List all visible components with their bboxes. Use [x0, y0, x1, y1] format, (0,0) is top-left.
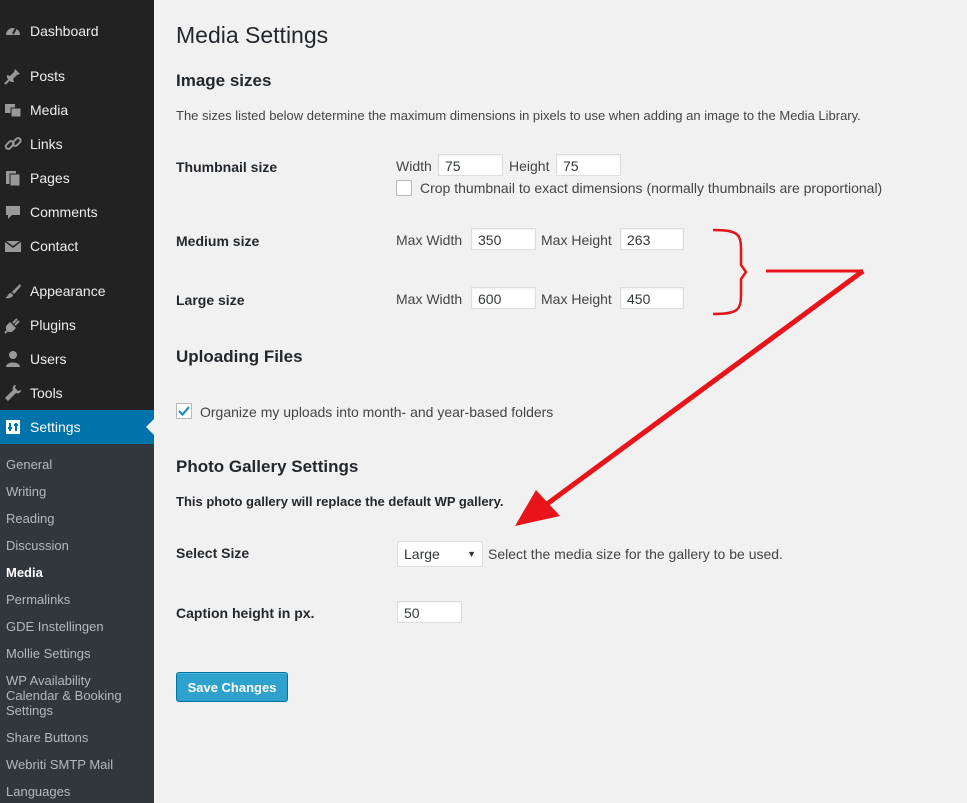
menu-item-users[interactable]: Users	[0, 342, 154, 376]
gallery-size-select[interactable]: Large ▼	[397, 541, 483, 567]
crop-thumbnail-checkbox[interactable]	[396, 180, 412, 196]
medium-width-input[interactable]: 350	[471, 228, 536, 250]
submenu-item-general[interactable]: General	[6, 457, 152, 472]
submenu-item-languages[interactable]: Languages	[6, 784, 152, 799]
menu-label: Comments	[30, 204, 98, 220]
menu-item-plugins[interactable]: Plugins	[0, 308, 154, 342]
user-icon	[4, 350, 22, 368]
submenu-item-share-buttons[interactable]: Share Buttons	[6, 730, 152, 745]
envelope-icon	[4, 237, 22, 255]
menu-item-tools[interactable]: Tools	[0, 376, 154, 410]
thumbnail-width-label: Width	[396, 158, 432, 174]
comment-icon	[4, 203, 22, 221]
menu-item-posts[interactable]: Posts	[0, 59, 154, 93]
menu-item-media[interactable]: Media	[0, 93, 154, 127]
thumbnail-width-input[interactable]: 75	[438, 154, 503, 176]
large-width-label: Max Width	[396, 291, 463, 307]
menu-label: Users	[30, 351, 67, 367]
menu-label: Plugins	[30, 317, 76, 333]
medium-height-input[interactable]: 263	[620, 228, 684, 250]
photo-gallery-heading: Photo Gallery Settings	[176, 457, 359, 476]
large-height-label: Max Height	[541, 291, 612, 307]
large-size-label: Large size	[176, 292, 245, 308]
settings-icon	[4, 418, 22, 436]
thumbnail-height-input[interactable]: 75	[556, 154, 621, 176]
plug-icon	[4, 316, 22, 334]
select-size-hint: Select the media size for the gallery to…	[488, 546, 783, 562]
gallery-size-select-value: Large	[404, 546, 440, 562]
checkmark-icon	[178, 406, 190, 417]
menu-item-links[interactable]: Links	[0, 127, 154, 161]
medium-width-label: Max Width	[396, 232, 463, 248]
menu-item-settings[interactable]: Settings	[0, 410, 154, 444]
wrench-icon	[4, 384, 22, 402]
caption-height-input[interactable]: 50	[397, 601, 462, 623]
menu-item-dashboard[interactable]: Dashboard	[0, 14, 154, 48]
submenu-item-reading[interactable]: Reading	[6, 511, 152, 526]
photo-gallery-description: This photo gallery will replace the defa…	[176, 494, 504, 509]
uploading-files-heading: Uploading Files	[176, 347, 303, 366]
chevron-down-icon: ▼	[467, 549, 476, 559]
menu-label: Settings	[30, 419, 81, 435]
medium-size-label: Medium size	[176, 233, 260, 249]
save-changes-button[interactable]: Save Changes	[176, 672, 288, 702]
menu-label: Contact	[30, 238, 79, 254]
select-size-label: Select Size	[176, 545, 250, 561]
caption-height-label: Caption height in px.	[176, 605, 315, 621]
media-icon	[4, 101, 22, 119]
image-sizes-heading: Image sizes	[176, 71, 272, 90]
menu-item-comments[interactable]: Comments	[0, 195, 154, 229]
organize-uploads-checkbox[interactable]	[176, 403, 192, 419]
pin-icon	[4, 67, 22, 85]
settings-submenu: General Writing Reading Discussion Media…	[0, 444, 154, 803]
menu-item-contact[interactable]: Contact	[0, 229, 154, 263]
thumbnail-height-label: Height	[509, 158, 550, 174]
dashboard-icon	[4, 22, 22, 40]
submenu-item-mollie[interactable]: Mollie Settings	[6, 646, 152, 661]
submenu-item-wp-availability[interactable]: WP Availability Calendar & Booking Setti…	[6, 673, 136, 718]
menu-label: Pages	[30, 170, 70, 186]
submenu-item-gde[interactable]: GDE Instellingen	[6, 619, 152, 634]
annotation-arrowhead	[515, 490, 560, 526]
pages-icon	[4, 169, 22, 187]
menu-label: Links	[30, 136, 63, 152]
active-indicator-arrow	[146, 419, 154, 435]
menu-label: Media	[30, 102, 69, 118]
thumbnail-size-label: Thumbnail size	[176, 159, 278, 175]
organize-uploads-label: Organize my uploads into month- and year…	[200, 404, 554, 420]
submenu-item-media[interactable]: Media	[6, 565, 152, 580]
image-sizes-description: The sizes listed below determine the max…	[176, 108, 861, 123]
menu-item-pages[interactable]: Pages	[0, 161, 154, 195]
large-width-input[interactable]: 600	[471, 287, 536, 309]
submenu-item-permalinks[interactable]: Permalinks	[6, 592, 152, 607]
menu-label: Tools	[30, 385, 63, 401]
menu-item-appearance[interactable]: Appearance	[0, 274, 154, 308]
crop-thumbnail-label: Crop thumbnail to exact dimensions (norm…	[420, 180, 883, 196]
admin-sidebar: Dashboard Posts Media Links Pages Commen…	[0, 0, 154, 803]
submenu-item-writing[interactable]: Writing	[6, 484, 152, 499]
large-height-input[interactable]: 450	[620, 287, 684, 309]
annotation-brace	[712, 228, 748, 316]
page-title: Media Settings	[176, 22, 329, 48]
brush-icon	[4, 282, 22, 300]
menu-label: Posts	[30, 68, 66, 84]
submenu-item-smtp-mail[interactable]: Webriti SMTP Mail	[6, 757, 152, 772]
medium-height-label: Max Height	[541, 232, 612, 248]
menu-label: Dashboard	[30, 23, 99, 39]
submenu-item-discussion[interactable]: Discussion	[6, 538, 152, 553]
link-icon	[4, 135, 22, 153]
menu-label: Appearance	[30, 283, 106, 299]
